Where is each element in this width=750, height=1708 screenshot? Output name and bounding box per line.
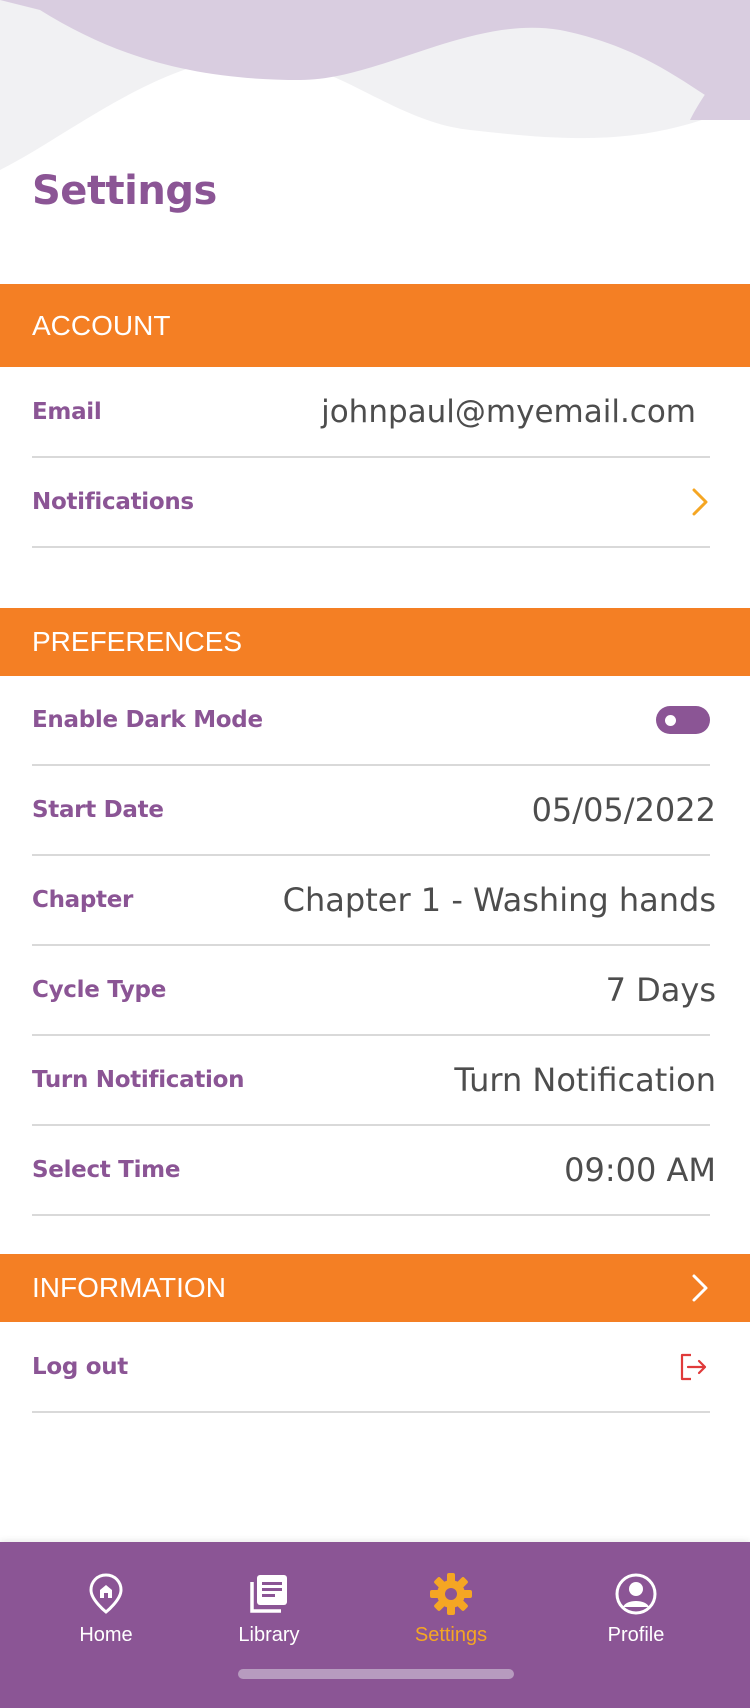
toggle-knob [665,715,676,726]
nav-label-profile: Profile [607,1624,665,1646]
email-row: Email johnpaul@myemail.com [32,367,710,458]
page-title: Settings [32,168,217,214]
nav-label-home: Home [79,1624,133,1646]
chapter-value[interactable]: Chapter 1 - Washing hands [283,881,716,919]
chevron-right-icon [692,1274,708,1302]
logout-row[interactable]: Log out [32,1322,710,1413]
preferences-section-header: PREFERENCES [0,608,750,676]
account-header-label: ACCOUNT [32,309,171,341]
map-pin-icon [89,1573,123,1614]
gear-icon [430,1573,472,1615]
user-circle-icon [615,1573,657,1615]
header-wave-decoration [0,0,750,180]
nav-item-profile[interactable]: Profile [566,1572,706,1647]
home-indicator [238,1669,514,1679]
nav-item-home[interactable]: Home [36,1572,176,1647]
notifications-label: Notifications [32,489,194,515]
dark-mode-row: Enable Dark Mode [32,676,710,766]
bottom-nav: Home Library Settings Profile [0,1542,750,1708]
preferences-header-label: PREFERENCES [32,626,243,657]
logout-icon[interactable] [678,1352,708,1382]
start-date-label: Start Date [32,797,164,823]
dark-mode-toggle[interactable] [656,706,710,734]
turn-notification-label: Turn Notification [32,1067,245,1093]
library-icon [250,1575,287,1613]
start-date-row[interactable]: Start Date 05/05/2022 [32,766,716,856]
turn-notification-value[interactable]: Turn Notification [454,1061,716,1099]
turn-notification-row[interactable]: Turn Notification Turn Notification [32,1036,716,1126]
select-time-value[interactable]: 09:00 AM [564,1151,716,1189]
chapter-label: Chapter [32,887,134,913]
start-date-value[interactable]: 05/05/2022 [532,791,716,829]
select-time-label: Select Time [32,1157,181,1183]
information-header-label: INFORMATION [32,1272,226,1303]
cycle-type-row[interactable]: Cycle Type 7 Days [32,946,716,1036]
account-section-header: ACCOUNT [0,284,750,367]
nav-item-settings[interactable]: Settings [381,1572,521,1647]
select-time-row[interactable]: Select Time 09:00 AM [32,1126,716,1216]
nav-label-library: Library [238,1624,300,1646]
nav-item-library[interactable]: Library [199,1572,339,1647]
email-value: johnpaul@myemail.com [321,393,696,430]
cycle-type-value[interactable]: 7 Days [606,971,716,1009]
chapter-row[interactable]: Chapter Chapter 1 - Washing hands [32,856,716,946]
dark-mode-label: Enable Dark Mode [32,707,263,733]
nav-label-settings: Settings [414,1624,488,1646]
cycle-type-label: Cycle Type [32,977,167,1003]
chevron-right-icon [692,488,708,516]
logout-label: Log out [32,1353,128,1380]
email-label: Email [32,398,102,425]
information-section-header[interactable]: INFORMATION [0,1254,750,1322]
notifications-row[interactable]: Notifications [32,458,710,548]
